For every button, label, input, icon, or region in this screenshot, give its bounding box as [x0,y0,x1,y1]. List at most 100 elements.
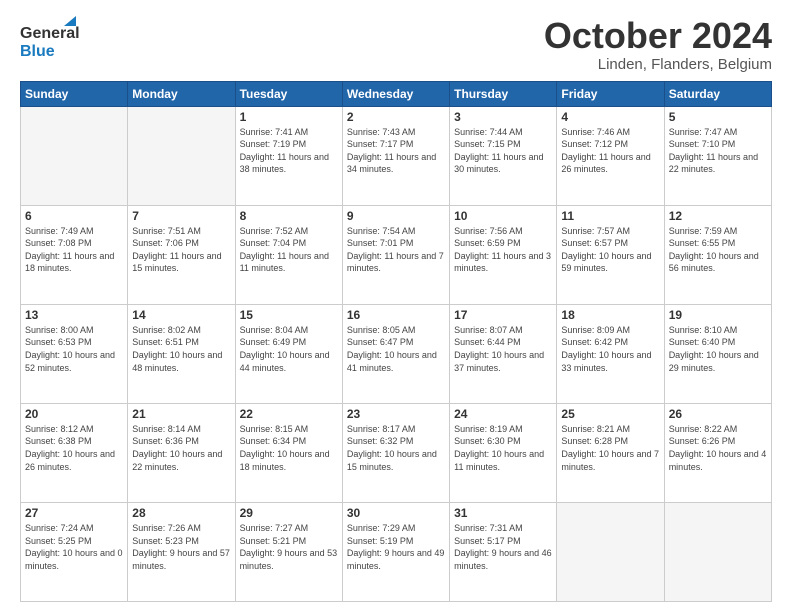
day-of-week-header: Saturday [664,81,771,106]
day-number: 31 [454,506,552,520]
day-of-week-header: Monday [128,81,235,106]
calendar-day-cell: 17Sunrise: 8:07 AM Sunset: 6:44 PM Dayli… [450,304,557,403]
calendar-day-cell: 15 Sunrise: 8:04 AM Sunset: 6:49 PM Dayli… [235,304,342,403]
calendar-week-row: 13 Sunrise: 8:00 AM Sunset: 6:53 PM Dayli… [21,304,772,403]
day-number: 3 [454,110,552,124]
day-of-week-header: Wednesday [342,81,449,106]
location: Linden, Flanders, Belgium [544,56,772,73]
day-number: 19 [669,308,767,322]
calendar-week-row: 27 Sunrise: 7:24 AM Sunset: 5:25 PM Dayli… [21,502,772,601]
day-info: Sunrise: 7:59 AM Sunset: 6:55 PM Dayligh… [669,225,767,275]
calendar-week-row: 1Sunrise: 7:41 AM Sunset: 7:19 PM Daylig… [21,106,772,205]
page: General Blue October 2024 Linden, Flande… [0,0,792,612]
calendar-day-cell: 5 Sunrise: 7:47 AM Sunset: 7:10 PM Daylig… [664,106,771,205]
day-info: Sunrise: 7:24 AM Sunset: 5:25 PM Dayligh… [25,522,123,572]
day-number: 9 [347,209,445,223]
day-number: 8 [240,209,338,223]
day-number: 23 [347,407,445,421]
calendar-day-cell: 7 Sunrise: 7:51 AM Sunset: 7:06 PM Daylig… [128,205,235,304]
calendar-day-cell: 20 Sunrise: 8:12 AM Sunset: 6:38 PM Dayli… [21,403,128,502]
calendar-day-cell: 3Sunrise: 7:44 AM Sunset: 7:15 PM Daylig… [450,106,557,205]
calendar-day-cell: 30 Sunrise: 7:29 AM Sunset: 5:19 PM Dayli… [342,502,449,601]
day-info: Sunrise: 7:56 AM Sunset: 6:59 PM Dayligh… [454,225,552,275]
calendar-day-cell: 8 Sunrise: 7:52 AM Sunset: 7:04 PM Daylig… [235,205,342,304]
day-info: Sunrise: 7:31 AM Sunset: 5:17 PM Dayligh… [454,522,552,572]
day-number: 28 [132,506,230,520]
day-info: Sunrise: 7:27 AM Sunset: 5:21 PM Dayligh… [240,522,338,572]
svg-text:Blue: Blue [20,43,55,60]
day-info: Sunrise: 7:47 AM Sunset: 7:10 PM Dayligh… [669,126,767,176]
day-of-week-header: Friday [557,81,664,106]
day-of-week-header: Thursday [450,81,557,106]
day-info: Sunrise: 7:46 AM Sunset: 7:12 PM Dayligh… [561,126,659,176]
calendar-day-cell: 11 Sunrise: 7:57 AM Sunset: 6:57 PM Dayli… [557,205,664,304]
day-info: Sunrise: 7:43 AM Sunset: 7:17 PM Dayligh… [347,126,445,176]
day-number: 26 [669,407,767,421]
day-info: Sunrise: 8:10 AM Sunset: 6:40 PM Dayligh… [669,324,767,374]
header: General Blue October 2024 Linden, Flande… [20,16,772,73]
day-number: 27 [25,506,123,520]
day-info: Sunrise: 7:52 AM Sunset: 7:04 PM Dayligh… [240,225,338,275]
svg-text:General: General [20,25,80,42]
day-info: Sunrise: 8:09 AM Sunset: 6:42 PM Dayligh… [561,324,659,374]
calendar-day-cell: 1Sunrise: 7:41 AM Sunset: 7:19 PM Daylig… [235,106,342,205]
day-info: Sunrise: 8:12 AM Sunset: 6:38 PM Dayligh… [25,423,123,473]
day-info: Sunrise: 7:54 AM Sunset: 7:01 PM Dayligh… [347,225,445,275]
calendar-day-cell: 13 Sunrise: 8:00 AM Sunset: 6:53 PM Dayli… [21,304,128,403]
calendar-day-cell [664,502,771,601]
day-info: Sunrise: 7:51 AM Sunset: 7:06 PM Dayligh… [132,225,230,275]
month-title: October 2024 [544,16,772,56]
day-number: 5 [669,110,767,124]
calendar-day-cell: 31 Sunrise: 7:31 AM Sunset: 5:17 PM Dayli… [450,502,557,601]
calendar-day-cell: 22Sunrise: 8:15 AM Sunset: 6:34 PM Dayli… [235,403,342,502]
day-number: 14 [132,308,230,322]
day-number: 20 [25,407,123,421]
day-number: 22 [240,407,338,421]
day-info: Sunrise: 7:29 AM Sunset: 5:19 PM Dayligh… [347,522,445,572]
day-number: 21 [132,407,230,421]
calendar-week-row: 6Sunrise: 7:49 AM Sunset: 7:08 PM Daylig… [21,205,772,304]
logo: General Blue [20,16,80,68]
calendar-day-cell: 19 Sunrise: 8:10 AM Sunset: 6:40 PM Dayli… [664,304,771,403]
calendar-day-cell [128,106,235,205]
day-number: 11 [561,209,659,223]
calendar-day-cell: 14 Sunrise: 8:02 AM Sunset: 6:51 PM Dayli… [128,304,235,403]
day-of-week-header: Sunday [21,81,128,106]
day-info: Sunrise: 8:17 AM Sunset: 6:32 PM Dayligh… [347,423,445,473]
logo-icon: General Blue [20,16,80,68]
calendar-day-cell: 28 Sunrise: 7:26 AM Sunset: 5:23 PM Dayli… [128,502,235,601]
day-info: Sunrise: 7:57 AM Sunset: 6:57 PM Dayligh… [561,225,659,275]
calendar-day-cell: 2Sunrise: 7:43 AM Sunset: 7:17 PM Daylig… [342,106,449,205]
day-info: Sunrise: 8:19 AM Sunset: 6:30 PM Dayligh… [454,423,552,473]
day-number: 13 [25,308,123,322]
calendar-day-cell: 21Sunrise: 8:14 AM Sunset: 6:36 PM Dayli… [128,403,235,502]
title-section: October 2024 Linden, Flanders, Belgium [544,16,772,73]
calendar-day-cell: 29 Sunrise: 7:27 AM Sunset: 5:21 PM Dayli… [235,502,342,601]
calendar-day-cell: 9 Sunrise: 7:54 AM Sunset: 7:01 PM Daylig… [342,205,449,304]
day-number: 29 [240,506,338,520]
calendar-day-cell: 27 Sunrise: 7:24 AM Sunset: 5:25 PM Dayli… [21,502,128,601]
day-number: 15 [240,308,338,322]
day-info: Sunrise: 8:07 AM Sunset: 6:44 PM Dayligh… [454,324,552,374]
calendar-day-cell: 25Sunrise: 8:21 AM Sunset: 6:28 PM Dayli… [557,403,664,502]
calendar-day-cell: 6Sunrise: 7:49 AM Sunset: 7:08 PM Daylig… [21,205,128,304]
day-info: Sunrise: 7:26 AM Sunset: 5:23 PM Dayligh… [132,522,230,572]
calendar-day-cell: 23 Sunrise: 8:17 AM Sunset: 6:32 PM Dayli… [342,403,449,502]
calendar-day-cell [21,106,128,205]
day-info: Sunrise: 8:00 AM Sunset: 6:53 PM Dayligh… [25,324,123,374]
day-info: Sunrise: 8:04 AM Sunset: 6:49 PM Dayligh… [240,324,338,374]
day-info: Sunrise: 8:22 AM Sunset: 6:26 PM Dayligh… [669,423,767,473]
day-number: 6 [25,209,123,223]
day-info: Sunrise: 8:02 AM Sunset: 6:51 PM Dayligh… [132,324,230,374]
day-number: 16 [347,308,445,322]
day-info: Sunrise: 8:05 AM Sunset: 6:47 PM Dayligh… [347,324,445,374]
calendar-table: SundayMondayTuesdayWednesdayThursdayFrid… [20,81,772,602]
calendar-day-cell: 10Sunrise: 7:56 AM Sunset: 6:59 PM Dayli… [450,205,557,304]
day-number: 7 [132,209,230,223]
calendar-day-cell: 12Sunrise: 7:59 AM Sunset: 6:55 PM Dayli… [664,205,771,304]
calendar-day-cell: 24Sunrise: 8:19 AM Sunset: 6:30 PM Dayli… [450,403,557,502]
day-number: 18 [561,308,659,322]
calendar-day-cell: 16 Sunrise: 8:05 AM Sunset: 6:47 PM Dayli… [342,304,449,403]
day-number: 30 [347,506,445,520]
day-number: 1 [240,110,338,124]
